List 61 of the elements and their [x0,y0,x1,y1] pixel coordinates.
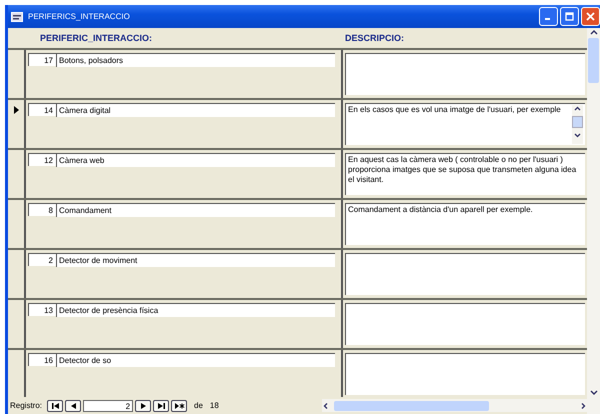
record-row[interactable]: 14 Càmera digital En els casos que es vol una imatge de l'usuari, per exemple [8,100,587,150]
id-field[interactable]: 8 [28,203,56,216]
name-field[interactable]: Detector de presència física [56,303,335,317]
id-field[interactable]: 2 [28,253,56,266]
scroll-thumb[interactable] [334,400,489,410]
description-field[interactable] [345,53,585,95]
description-field[interactable]: Comandament a distància d'un aparell per exemple. [345,203,585,245]
id-field[interactable]: 16 [28,353,56,366]
scrollbar[interactable] [572,105,583,144]
name-field[interactable]: Càmera web [56,153,335,167]
vertical-scrollbar[interactable] [587,28,600,414]
first-record-button[interactable] [47,400,64,412]
name-field[interactable]: Comandament [56,203,335,217]
previous-icon [68,402,78,410]
previous-record-button[interactable] [65,400,82,412]
next-icon [138,402,148,410]
of-label: de [194,401,203,410]
name-field[interactable]: Càmera digital [56,103,335,117]
scroll-thumb[interactable] [572,116,583,128]
name-field[interactable]: Detector de so [56,353,335,367]
record-row[interactable]: 12 Càmera web En aquest cas la càmera web ( controlable o no per l'usuari ) proporciona imatges que se suposa que transmeten alguna idea el visitant. [8,150,587,200]
description-field[interactable] [345,303,585,345]
column-header: DESCRIPCIO: [345,33,404,43]
first-icon [50,402,60,410]
horizontal-scrollbar[interactable] [322,399,587,412]
name-field[interactable]: Botons, polsadors [56,53,335,67]
next-record-button[interactable] [135,400,152,412]
column-header: PERIFERIC_INTERACCIO: [40,33,154,43]
id-field[interactable]: 14 [28,103,56,116]
description-field[interactable] [345,253,585,295]
id-field[interactable]: 17 [28,53,56,66]
record-label: Registro: [10,401,42,410]
window-title: PERIFERICS_INTERACCIO [28,12,130,21]
record-count: 18 [210,401,219,410]
name-field[interactable]: Detector de moviment [56,253,335,267]
scroll-right-icon[interactable] [579,402,587,410]
close-button[interactable] [581,7,600,26]
record-row[interactable]: 17 Botons, polsadors [8,50,587,100]
scroll-left-icon[interactable] [322,402,330,410]
last-icon [156,402,166,410]
scroll-thumb[interactable] [588,38,599,83]
record-number-field[interactable]: 2 [83,400,134,412]
minimize-button[interactable] [539,7,558,26]
scroll-down-icon[interactable] [573,131,582,139]
maximize-icon [565,12,574,21]
form-icon [11,12,23,22]
record-row[interactable]: 16 Detector de so [8,350,587,397]
scroll-up-icon[interactable] [573,105,582,113]
record-row[interactable]: 13 Detector de presència física [8,300,587,350]
description-field[interactable]: En els casos que es vol una imatge de l'usuari, per exemple [345,103,585,145]
close-icon [586,12,595,21]
description-field[interactable]: En aquest cas la càmera web ( controlable o no per l'usuari ) proporciona imatges que se suposa que transmeten alguna idea el visitant. [345,153,585,195]
record-row[interactable]: 2 Detector de moviment [8,250,587,300]
description-field[interactable] [345,353,585,395]
new-record-icon [174,402,185,410]
record-row[interactable]: 8 Comandament Comandament a distància d'un aparell per exemple. [8,200,587,250]
id-field[interactable]: 12 [28,153,56,166]
new-record-button[interactable] [171,400,188,412]
id-field[interactable]: 13 [28,303,56,316]
maximize-button[interactable] [560,7,579,26]
last-record-button[interactable] [153,400,170,412]
